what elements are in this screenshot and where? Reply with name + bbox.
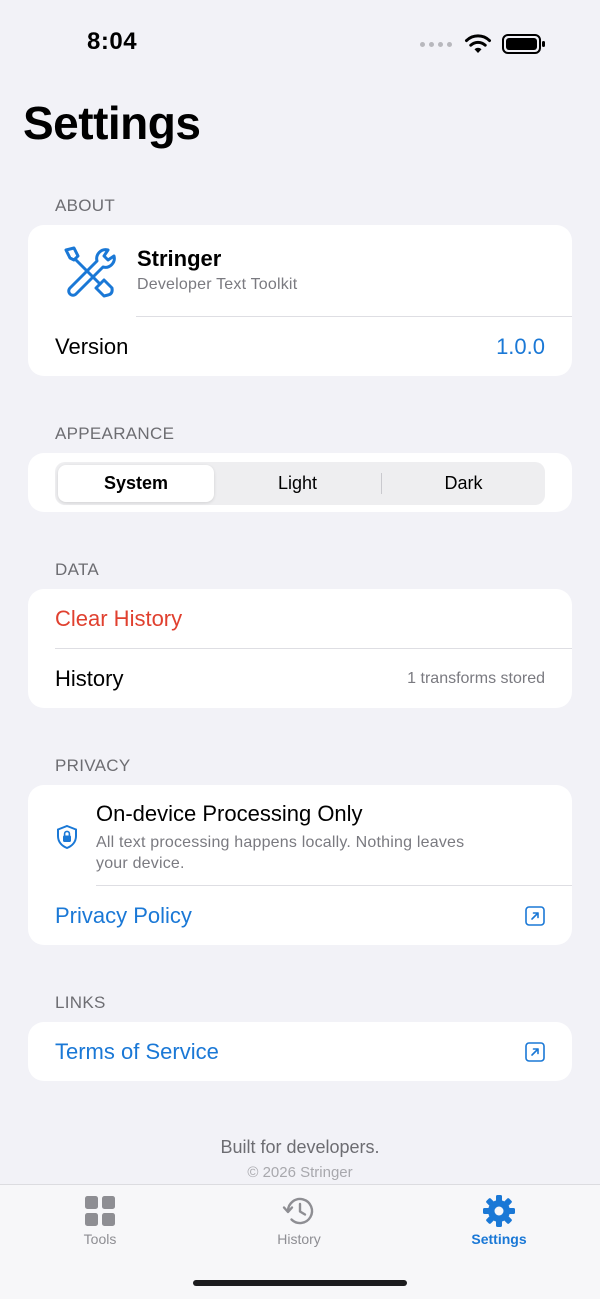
privacy-description-line1: All text processing happens locally. Not… [96, 834, 465, 851]
tab-settings-label: Settings [471, 1231, 527, 1247]
signal-dots-icon [420, 41, 452, 47]
footer-tagline: Built for developers. [220, 1137, 380, 1157]
battery-icon [502, 34, 545, 54]
external-link-icon [525, 905, 545, 926]
privacy-card: On-device Processing Only All text proce… [28, 785, 572, 945]
segment-dark[interactable]: Dark [382, 462, 545, 505]
tab-settings[interactable]: Settings [439, 1195, 559, 1247]
segment-system[interactable]: System [58, 465, 214, 502]
privacy-policy-label: Privacy Policy [55, 902, 192, 928]
version-label: Version [55, 333, 129, 359]
about-card: Stringer Developer Text Toolkit Version … [28, 225, 572, 376]
app-name: Stringer [137, 246, 222, 271]
data-card: Clear History History 1 transforms store… [28, 589, 572, 708]
wifi-icon [465, 34, 491, 53]
app-info-row: Stringer Developer Text Toolkit [28, 225, 572, 317]
lock-shield-icon [57, 825, 77, 849]
appearance-card: System Light Dark [28, 453, 572, 512]
tab-tools-label: Tools [83, 1231, 117, 1247]
tab-tools[interactable]: Tools [40, 1195, 160, 1247]
external-link-icon [525, 1041, 545, 1062]
appearance-segmented-control[interactable]: System Light Dark [55, 462, 545, 505]
gear-icon [483, 1195, 515, 1227]
segment-light[interactable]: Light [216, 462, 379, 505]
grid-icon [85, 1196, 115, 1226]
links-section-header: LINKS [55, 993, 106, 1012]
page-title: Settings [23, 97, 201, 149]
about-section-header: ABOUT [55, 196, 116, 215]
privacy-description-line2: your device. [96, 855, 185, 872]
history-count: 1 transforms stored [407, 669, 545, 687]
privacy-policy-link[interactable]: Privacy Policy [28, 886, 572, 945]
footer-copyright: © 2026 Stringer [247, 1164, 353, 1181]
privacy-section-header: PRIVACY [55, 756, 131, 775]
tab-history-label: History [277, 1231, 321, 1247]
status-icons [420, 32, 546, 56]
data-section-header: DATA [55, 560, 100, 579]
history-icon [282, 1197, 314, 1225]
tab-history[interactable]: History [239, 1195, 359, 1247]
app-subtitle: Developer Text Toolkit [137, 276, 298, 293]
privacy-title: On-device Processing Only [96, 801, 363, 826]
privacy-description: All text processing happens locally. Not… [96, 832, 464, 874]
version-row: Version 1.0.0 [28, 317, 572, 376]
home-indicator [193, 1280, 407, 1286]
clear-history-button[interactable]: Clear History [28, 589, 572, 648]
clear-history-label: Clear History [55, 605, 183, 631]
history-label: History [55, 665, 124, 691]
terms-of-service-link[interactable]: Terms of Service [28, 1022, 572, 1081]
links-card: Terms of Service [28, 1022, 572, 1081]
appearance-section-header: APPEARANCE [55, 424, 175, 443]
history-row: History 1 transforms stored [28, 649, 572, 708]
terms-label: Terms of Service [55, 1038, 219, 1064]
version-value: 1.0.0 [496, 333, 545, 359]
wrench-screwdriver-icon [64, 246, 116, 298]
status-time: 8:04 [87, 28, 138, 55]
